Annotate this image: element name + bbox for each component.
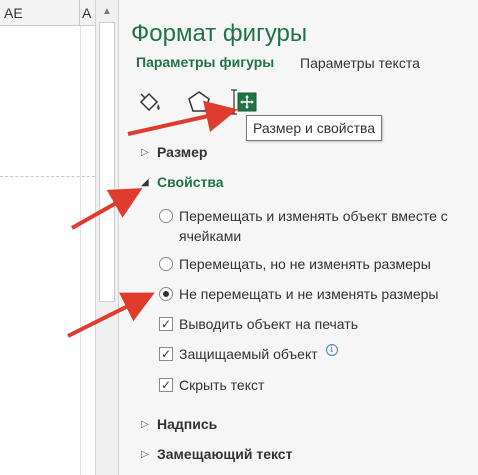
pane-title: Формат фигуры [131, 20, 308, 47]
pentagon-icon[interactable] [185, 88, 213, 116]
checkbox-label: Скрыть текст [179, 377, 265, 393]
expand-arrow-icon: ▷ [141, 418, 149, 430]
expand-arrow-icon: ▷ [141, 448, 149, 460]
column-header-bar: AE A [0, 0, 95, 26]
checkbox-label: Защищаемый объект [179, 346, 318, 362]
section-alt-text[interactable]: ▷ Замещающий текст [141, 446, 292, 462]
paint-bucket-icon[interactable] [136, 88, 164, 116]
checkbox-print-object[interactable]: ✓ Выводить объект на печать [159, 314, 358, 334]
radio-move-and-size[interactable]: Перемещать и изменять объект вместе с яч… [159, 206, 469, 246]
checkbox-hide-text[interactable]: ✓ Скрыть текст [159, 375, 264, 395]
checkmark-icon[interactable]: ✓ [159, 347, 173, 361]
radio-label: Перемещать, но не изменять размеры [179, 256, 431, 272]
section-size[interactable]: ▷ Размер [141, 144, 207, 160]
radio-no-move-no-size[interactable]: Не перемещать и не изменять размеры [159, 284, 439, 304]
section-properties[interactable]: ◢ Свойства [141, 174, 224, 190]
format-shape-pane: Формат фигуры Параметры фигуры Параметры… [118, 0, 478, 475]
section-alt-text-label: Замещающий текст [157, 446, 293, 462]
radio-button[interactable] [159, 209, 173, 223]
checkbox-locked[interactable]: ✓ Защищаемый объект i [159, 344, 338, 364]
expand-arrow-icon: ▷ [141, 146, 149, 158]
radio-label: Перемещать и изменять объект вместе с яч… [179, 208, 448, 244]
tab-text-options[interactable]: Параметры текста [300, 55, 420, 71]
section-properties-label: Свойства [157, 174, 224, 190]
scroll-thumb[interactable] [99, 22, 115, 302]
radio-label: Не перемещать и не изменять размеры [179, 286, 439, 302]
info-icon[interactable]: i [325, 344, 338, 356]
size-properties-icon[interactable] [231, 88, 259, 116]
column-header-ae[interactable]: AE [4, 0, 80, 26]
page-break-line [0, 176, 95, 177]
column-header-next[interactable]: A [82, 0, 96, 26]
vertical-scrollbar[interactable]: ▲ [95, 0, 118, 475]
radio-button[interactable] [159, 257, 173, 271]
checkmark-icon[interactable]: ✓ [159, 378, 173, 392]
column-divider [80, 26, 81, 475]
section-caption[interactable]: ▷ Надпись [141, 416, 217, 432]
tab-shape-options[interactable]: Параметры фигуры [136, 54, 274, 70]
tooltip-size-properties: Размер и свойства [246, 115, 383, 141]
collapse-arrow-icon: ◢ [141, 176, 149, 188]
checkmark-icon[interactable]: ✓ [159, 317, 173, 331]
section-size-label: Размер [157, 144, 208, 160]
scroll-up-icon[interactable]: ▲ [96, 0, 118, 22]
radio-button-selected[interactable] [159, 287, 173, 301]
radio-move-no-size[interactable]: Перемещать, но не изменять размеры [159, 254, 431, 274]
checkbox-label: Выводить объект на печать [179, 316, 358, 332]
section-caption-label: Надпись [157, 416, 218, 432]
